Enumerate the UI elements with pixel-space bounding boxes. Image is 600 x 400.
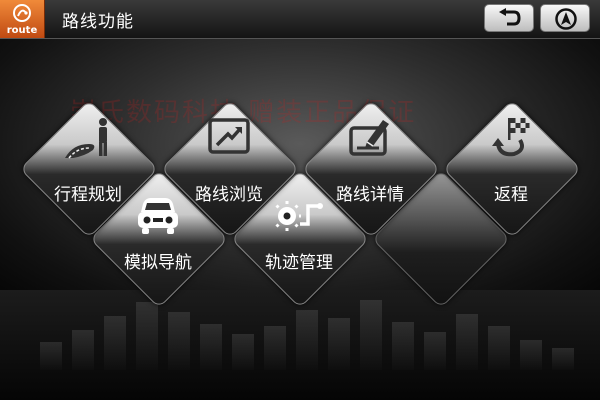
return-trip-icon: [492, 118, 530, 157]
simulated-navigation-label: 模拟导航: [124, 253, 192, 273]
route-details-tile[interactable]: 路线详情: [300, 98, 441, 239]
page-title: 路线功能: [62, 12, 134, 32]
top-bar: route 路线功能: [0, 0, 600, 39]
route-browse-label: 路线浏览: [195, 185, 263, 205]
route-logo-text: route: [6, 25, 38, 36]
trip-planning-label: 行程规划: [54, 185, 122, 205]
route-plan-icon: [65, 118, 107, 159]
route-browse-tile[interactable]: 路线浏览: [159, 98, 300, 239]
trip-planning-tile[interactable]: 行程规划: [18, 98, 159, 239]
track-management-label: 轨迹管理: [265, 253, 333, 273]
back-button[interactable]: [484, 4, 534, 32]
return-trip-label: 返程: [494, 185, 528, 205]
route-logo-icon: [13, 4, 31, 22]
route-browse-icon: [208, 118, 250, 154]
route-logo: route: [0, 0, 45, 38]
return-trip-tile[interactable]: 返程: [441, 98, 582, 239]
route-details-label: 路线详情: [336, 185, 404, 205]
route-details-icon: [349, 120, 389, 156]
back-arrow-icon: [499, 8, 521, 26]
route-functions-screen: route 路线功能 崇氏数码科技 赠装正品保证 模拟导航 轨迹管理 行程规划 …: [0, 0, 600, 400]
navigation-button[interactable]: [540, 4, 590, 32]
compass-arrow-icon: [555, 8, 577, 30]
